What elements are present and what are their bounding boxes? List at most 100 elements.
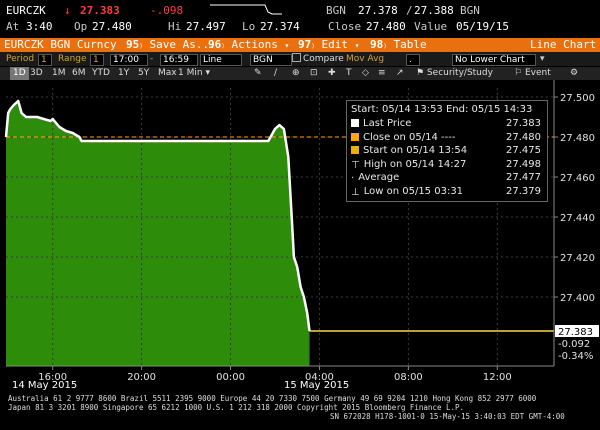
date-label-start: 14 May 2015 — [12, 380, 78, 391]
x-tick-label: 08:00 — [394, 372, 423, 380]
legend-row: Close on 05/14 ---- — [351, 132, 456, 143]
source-input[interactable]: BGN — [250, 54, 292, 66]
crosshair-icon[interactable]: ✚ — [328, 67, 336, 80]
range-button-1y[interactable]: 1Y — [118, 67, 129, 80]
ask-source: BGN — [460, 4, 480, 17]
range-input[interactable]: 1 — [90, 54, 104, 66]
table-menu[interactable]: 98) Table — [370, 38, 427, 52]
fib-tool-icon[interactable]: ≡ — [378, 67, 386, 80]
text-tool-icon[interactable]: T — [346, 67, 352, 80]
time-label: At — [6, 20, 20, 33]
event-button[interactable]: ⚐ Event — [514, 67, 551, 80]
period-label: Period — [6, 54, 35, 64]
edit-caret-icon: ▾ — [354, 41, 360, 50]
compare-label: Compare — [303, 54, 344, 64]
mov-avg-button[interactable]: Mov Avg — [346, 52, 384, 66]
y-tick-label: 27.500 — [560, 93, 595, 104]
interval-label: 1 Min — [178, 68, 203, 78]
gold-box-icon — [351, 145, 363, 156]
price-change: -.098 — [150, 4, 184, 17]
actions-label: Actions — [231, 38, 278, 51]
range-button-1d[interactable]: 1D — [10, 67, 29, 80]
x-tick-label: 12:00 — [483, 372, 512, 380]
legend-row: · Average — [351, 172, 400, 184]
legend-label: High on 05/14 14:27 — [363, 158, 467, 170]
legend-label: Last Price — [363, 118, 412, 129]
range-bar — [0, 67, 600, 80]
last-change-tag: -0.092 — [558, 339, 590, 350]
legend-label: Average — [358, 172, 400, 183]
y-tick-label: 27.480 — [560, 133, 595, 144]
legend-label: Start on 05/14 13:54 — [363, 145, 468, 156]
last-pct-change-tag: -0.34% — [558, 351, 593, 362]
y-tick-label: 27.460 — [560, 173, 595, 184]
range-button-ytd[interactable]: YTD — [92, 67, 110, 80]
legend-row: Last Price — [351, 118, 411, 129]
bid-price: 27.378 — [358, 4, 398, 17]
close-value: 27.480 — [366, 20, 406, 33]
orange-box-icon — [351, 132, 363, 143]
annotate-icon[interactable]: ⊡ — [310, 67, 318, 80]
compare-checkbox-icon — [292, 53, 301, 62]
range-button-max[interactable]: Max — [158, 67, 177, 80]
edit-menu[interactable]: 97) Edit ▾ — [298, 38, 359, 52]
chart-legend: Start: 05/14 13:53 End: 05/15 14:33 Last… — [346, 100, 548, 202]
security-name[interactable]: EURCZK BGN Curncy — [4, 38, 117, 52]
compare-button[interactable]: Compare — [292, 52, 344, 66]
white-box-icon — [351, 118, 363, 129]
legend-value: 27.379 — [506, 185, 541, 197]
x-tick-label: 20:00 — [127, 372, 156, 380]
lower-chart-caret-icon[interactable]: ▾ — [540, 52, 545, 66]
edit-pencil-icon[interactable]: ✎ — [254, 67, 262, 80]
shape-tool-icon[interactable]: ◇ — [362, 67, 369, 80]
settings-icon[interactable]: ⚙ — [570, 67, 578, 80]
low-value: 27.374 — [260, 20, 300, 33]
lower-chart-select[interactable]: No Lower Chart — [452, 54, 536, 66]
range-label: Range — [58, 54, 87, 64]
chart-title: Line Chart — [530, 38, 597, 51]
interval-select[interactable]: 1 Min ▾ — [178, 67, 210, 80]
range-button-6m[interactable]: 6M — [72, 67, 86, 80]
range-button-5y[interactable]: 5Y — [138, 67, 149, 80]
value-date: 05/19/15 — [456, 20, 509, 33]
range-button-1m[interactable]: 1M — [52, 67, 66, 80]
legend-value: 27.383 — [506, 118, 541, 129]
security-study-button[interactable]: ⚑ Security/Study — [416, 67, 493, 80]
mov-avg-picker[interactable]: . — [406, 54, 420, 66]
table-label: Table — [393, 38, 427, 51]
high-marker-icon: ⊤ — [351, 159, 360, 171]
legend-label: Close on 05/14 ---- — [363, 131, 456, 143]
last-price: 27.383 — [80, 4, 120, 17]
security-study-label: Security/Study — [426, 68, 493, 78]
interval-caret-icon: ▾ — [205, 68, 210, 78]
actions-caret-icon: ▾ — [284, 41, 290, 50]
legend-value: 27.475 — [506, 145, 541, 156]
draw-line-icon[interactable]: ∕ — [274, 67, 277, 80]
time-value: 3:40 — [26, 20, 53, 33]
open-label: Op — [74, 20, 88, 33]
range-button-3d[interactable]: 3D — [30, 67, 43, 80]
legend-row: ⊤ High on 05/14 14:27 — [351, 158, 467, 171]
high-value: 27.497 — [186, 20, 226, 33]
x-tick-label: 04:00 — [305, 372, 334, 380]
actions-menu[interactable]: 96) Actions ▾ — [208, 38, 289, 52]
period-input[interactable]: 1 — [38, 54, 52, 66]
arrow-tool-icon[interactable]: ↗ — [396, 67, 404, 80]
start-time-input[interactable]: 17:00 — [110, 54, 148, 66]
legend-label: Low on 05/15 03:31 — [363, 185, 464, 197]
close-label: Close — [328, 20, 362, 33]
y-tick-label: 27.440 — [560, 213, 595, 224]
save-as-menu[interactable]: 95) Save As... — [126, 38, 216, 52]
legend-row: Start on 05/14 13:54 — [351, 145, 467, 156]
actions-shortcut: 96 — [208, 38, 222, 51]
zoom-icon[interactable]: ⊕ — [292, 67, 300, 80]
legend-value: 27.498 — [506, 158, 541, 170]
table-shortcut: 98 — [370, 38, 384, 51]
end-time-input[interactable]: 16:59 — [160, 54, 198, 66]
date-label-end: 15 May 2015 — [284, 380, 350, 391]
footer-phone-line-1: Australia 61 2 9777 8600 Brazil 5511 239… — [8, 394, 537, 403]
open-value: 27.480 — [92, 20, 132, 33]
sparkline — [210, 2, 282, 16]
legend-header: Start: 05/14 13:53 End: 05/15 14:33 — [351, 104, 533, 115]
line-type-select[interactable]: Line — [200, 54, 242, 66]
